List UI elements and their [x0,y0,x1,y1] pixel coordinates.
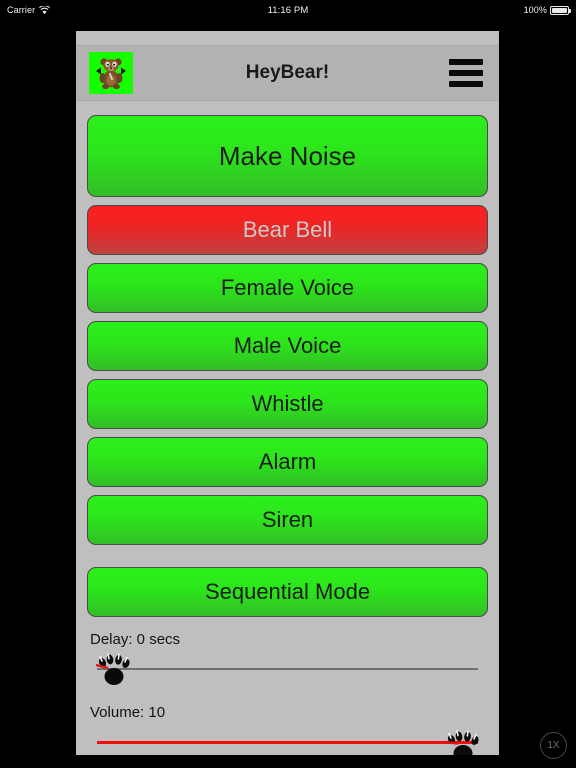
delay-slider-label: Delay: 0 secs [90,631,181,648]
hamburger-bar-2 [449,70,483,76]
volume-slider[interactable] [87,723,488,755]
button-make-noise[interactable]: Make Noise [87,115,488,197]
hamburger-bar-1 [449,59,483,65]
button-alarm[interactable]: Alarm [87,437,488,487]
bear-icon-art [96,58,126,90]
scale-badge-1x[interactable]: 1X [540,732,567,759]
button-male-voice[interactable]: Male Voice [87,321,488,371]
bear-paw-icon [95,653,130,685]
app-content: Make Noise Bear Bell Female Voice Male V… [76,115,499,755]
bear-paw-icon [444,730,479,755]
hamburger-menu-icon[interactable] [449,59,483,87]
button-siren[interactable]: Siren [87,495,488,545]
delay-slider[interactable] [87,650,488,690]
bear-app-icon[interactable] [89,52,133,94]
delay-slider-thumb[interactable] [95,650,133,688]
delay-slider-block: Delay: 0 secs [87,631,488,690]
ios-status-bar: Carrier 11:16 PM 100% [0,0,576,20]
battery-icon [550,5,571,15]
button-whistle[interactable]: Whistle [87,379,488,429]
volume-slider-label: Volume: 10 [90,704,166,721]
hamburger-bar-3 [449,81,483,87]
app-window: HeyBear! Make Noise Bear Bell Female Voi… [76,31,499,755]
button-bear-bell[interactable]: Bear Bell [87,205,488,255]
delay-slider-track[interactable] [97,668,478,670]
page-title: HeyBear! [245,62,330,83]
volume-slider-block: Volume: 10 [87,704,488,755]
button-sequential-mode[interactable]: Sequential Mode [87,567,488,617]
battery-fill [552,7,567,13]
volume-slider-thumb[interactable] [444,727,482,755]
status-bar-time: 11:16 PM [267,4,309,16]
app-navbar: HeyBear! [76,45,499,101]
battery-percent-label: 100% [523,5,547,15]
volume-slider-track[interactable] [97,741,478,744]
button-female-voice[interactable]: Female Voice [87,263,488,313]
status-bar-right: 100% [523,5,571,15]
